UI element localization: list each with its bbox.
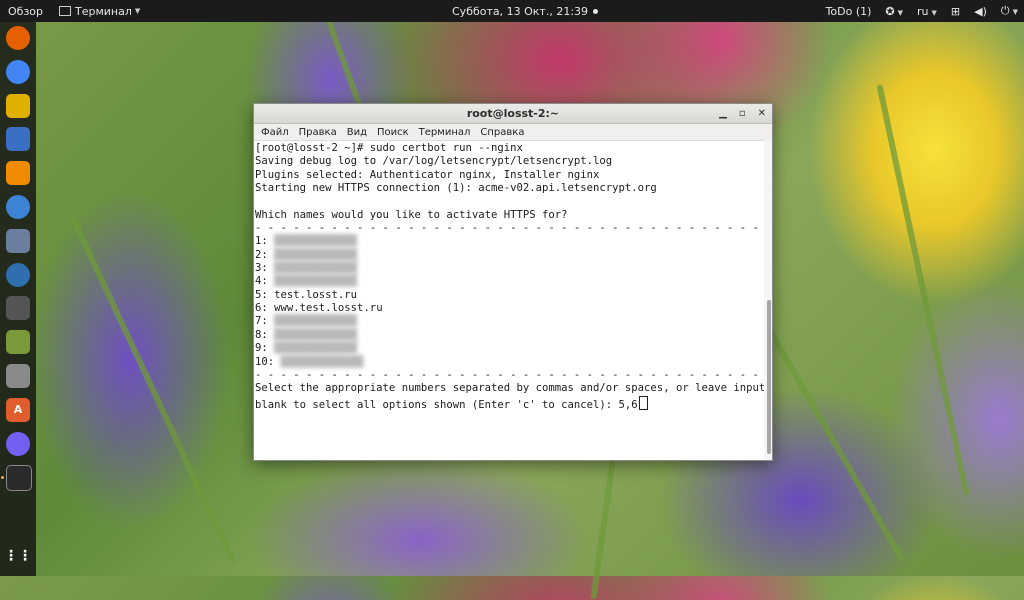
terminal-option-line: 9: █████████████ xyxy=(255,342,764,355)
language-label: ru xyxy=(917,4,929,18)
option-number: 7: xyxy=(255,315,275,328)
chrome-icon[interactable] xyxy=(6,59,30,84)
scrollbar-thumb[interactable] xyxy=(767,300,771,454)
todo-indicator[interactable]: ToDo (1) xyxy=(826,5,872,18)
settings-tools-icon[interactable] xyxy=(6,228,30,253)
option-number: 5: xyxy=(255,288,275,301)
terminal-line: - - - - - - - - - - - - - - - - - - - - … xyxy=(255,222,759,235)
terminal-option-line: 4: █████████████ xyxy=(255,275,764,288)
terminal-input[interactable]: 5,6 xyxy=(619,399,638,411)
option-domain: www.test.losst.ru xyxy=(274,302,383,315)
show-applications-icon[interactable]: ⋮⋮ xyxy=(4,544,32,568)
terminal-option-line: 3: █████████████ xyxy=(255,262,764,275)
terminal-option-line: 7: █████████████ xyxy=(255,315,764,328)
option-number: 10: xyxy=(255,355,281,368)
redacted-domain: █████████████ xyxy=(274,235,358,248)
redacted-domain: █████████████ xyxy=(274,248,358,261)
terminal-option-line: 5: test.losst.ru xyxy=(255,289,764,302)
activities-label: Обзор xyxy=(8,4,44,18)
terminal-line: Select the appropriate numbers separated… xyxy=(255,382,764,395)
terminal-icon[interactable] xyxy=(6,465,32,492)
app-menu-label: Терминал xyxy=(75,4,132,18)
redacted-domain: █████████████ xyxy=(274,315,358,328)
chevron-down-icon: ▼ xyxy=(134,7,141,15)
menu-item[interactable]: Вид xyxy=(342,127,372,138)
image-viewer-icon[interactable] xyxy=(6,330,30,355)
redacted-domain: █████████████ xyxy=(274,262,358,275)
calculator-icon[interactable] xyxy=(6,296,30,321)
rhythmbox-icon[interactable] xyxy=(6,93,30,118)
wallpaper-stem xyxy=(876,83,970,497)
terminal-window[interactable]: root@losst-2:~ ▁ ▫ ✕ Файл Правка Вид Поиск Т… xyxy=(253,103,773,461)
dock: A ⋮⋮ xyxy=(0,22,36,576)
terminal-option-line: 1: █████████████ xyxy=(255,235,764,248)
clock-button[interactable]: Суббота, 13 Окт., 21:39 xyxy=(452,0,599,22)
viber-icon[interactable] xyxy=(6,431,30,456)
option-number: 1: xyxy=(255,235,275,248)
menu-item[interactable]: Правка xyxy=(294,127,342,138)
simplenote-icon[interactable] xyxy=(6,195,30,219)
installer-icon[interactable] xyxy=(6,364,30,388)
terminal-line: Which names would you like to activate H… xyxy=(255,208,568,221)
option-domain: test.losst.ru xyxy=(274,288,358,301)
redacted-domain: █████████████ xyxy=(274,342,358,355)
option-number: 3: xyxy=(255,262,275,275)
wallpaper-stem xyxy=(69,216,237,564)
chevron-down-icon: ▼ xyxy=(931,8,937,17)
menu-item[interactable]: Справка xyxy=(475,127,529,138)
terminal-line: [root@losst-2 ~]# sudo certbot run --ngi… xyxy=(255,142,523,154)
redacted-domain: █████████████ xyxy=(280,355,364,368)
option-number: 8: xyxy=(255,328,275,341)
prompt-text: blank to select all options shown (Enter… xyxy=(255,398,619,411)
redacted-domain: █████████████ xyxy=(274,275,358,288)
terminal-prompt-line[interactable]: blank to select all options shown (Enter… xyxy=(255,395,764,412)
running-indicator xyxy=(1,476,4,480)
terminal-option-line: 8: █████████████ xyxy=(255,329,764,342)
maximize-icon[interactable]: ▫ xyxy=(739,108,746,119)
top-panel: Обзор Терминал ▼ Суббота, 13 Окт., 21:39 … xyxy=(0,0,1024,22)
terminal-option-line: 10: █████████████ xyxy=(255,356,764,369)
redacted-domain: █████████████ xyxy=(274,328,358,341)
network-icon[interactable]: ⊞ xyxy=(951,5,960,18)
terminal-option-line: 6: www.test.losst.ru xyxy=(255,302,764,315)
activities-button[interactable]: Обзор xyxy=(0,0,51,22)
option-number: 6: xyxy=(255,302,275,315)
menu-item[interactable]: Файл xyxy=(256,127,294,138)
option-number: 2: xyxy=(255,248,275,261)
terminal-line: Plugins selected: Authenticator nginx, I… xyxy=(255,168,600,181)
thunderbird-icon[interactable] xyxy=(6,262,30,287)
notification-dot-icon xyxy=(593,8,599,14)
volume-icon[interactable]: ◀) xyxy=(974,5,987,18)
terminal-line: Saving debug log to /var/log/letsencrypt… xyxy=(255,155,613,168)
window-menubar: Файл Правка Вид Поиск Терминал Справка xyxy=(254,124,772,141)
menu-item[interactable]: Терминал xyxy=(414,127,476,138)
scrollbar[interactable] xyxy=(764,140,772,460)
terminal-line: - - - - - - - - - - - - - - - - - - - - … xyxy=(255,368,759,381)
software-center-icon[interactable]: A xyxy=(6,397,30,422)
terminal-small-icon xyxy=(59,6,72,16)
terminal-option-line: 2: █████████████ xyxy=(255,249,764,262)
option-number: 4: xyxy=(255,275,275,288)
window-title: root@losst-2:~ xyxy=(466,107,560,120)
wallpaper-stem xyxy=(760,317,906,563)
text-cursor xyxy=(638,395,648,410)
files-manager-icon[interactable] xyxy=(6,127,30,152)
app-menu-button[interactable]: Терминал ▼ xyxy=(51,0,148,22)
wallpaper-stem xyxy=(590,460,616,600)
accessibility-icon[interactable]: ✪ ▼ xyxy=(885,5,903,18)
power-icon[interactable]: ⏻ ▼ xyxy=(1001,4,1018,18)
option-number: 9: xyxy=(255,342,275,355)
close-icon[interactable]: ✕ xyxy=(758,108,766,119)
menu-item[interactable]: Поиск xyxy=(372,127,414,138)
terminal-line: Starting new HTTPS connection (1): acme-… xyxy=(255,182,657,195)
vlc-icon[interactable] xyxy=(6,161,30,186)
minimize-icon[interactable]: ▁ xyxy=(719,108,727,119)
language-selector[interactable]: ru ▼ xyxy=(917,5,937,18)
window-titlebar[interactable]: root@losst-2:~ ▁ ▫ ✕ xyxy=(254,104,772,124)
clock-label: Суббота, 13 Окт., 21:39 xyxy=(452,4,589,18)
firefox-icon[interactable] xyxy=(6,26,30,50)
terminal-output[interactable]: [root@losst-2 ~]# sudo certbot run --ngi… xyxy=(254,140,764,460)
